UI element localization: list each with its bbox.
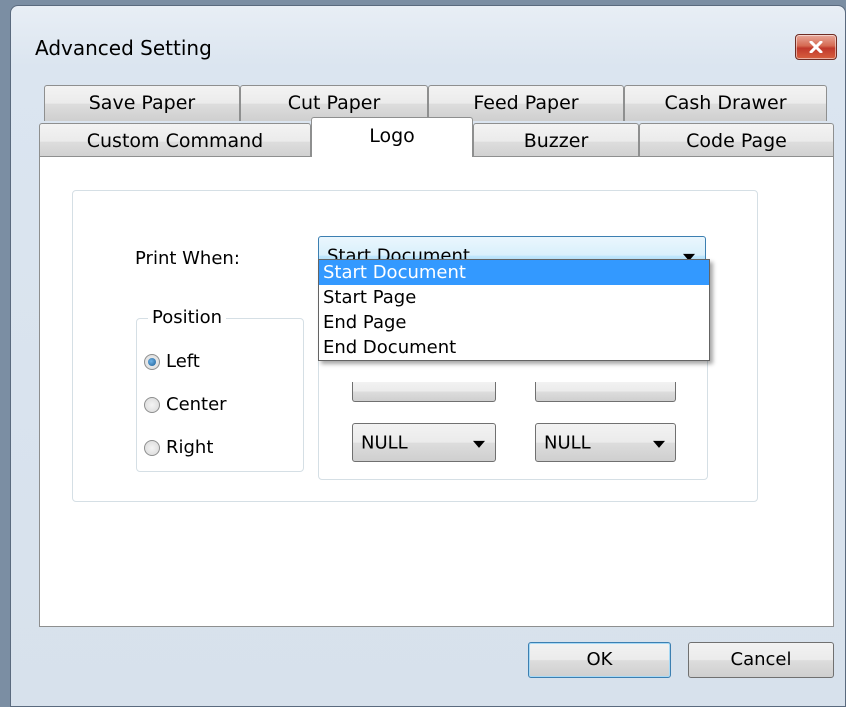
null-combo-2[interactable]: NULL [535, 423, 676, 462]
title-bar[interactable]: Advanced Setting [11, 6, 845, 78]
chevron-down-icon [653, 440, 665, 448]
radio-checked-icon [144, 353, 160, 370]
tab-feed-paper[interactable]: Feed Paper [428, 85, 624, 121]
close-button[interactable] [795, 34, 837, 60]
radio-unchecked-icon [144, 396, 160, 413]
ok-button[interactable]: OK [528, 642, 671, 678]
advanced-setting-dialog: Advanced Setting Save Paper Cut Paper Fe… [10, 5, 846, 707]
print-when-label: Print When: [135, 248, 240, 269]
dropdown-option-start-document[interactable]: Start Document [319, 260, 709, 285]
chevron-down-icon [473, 440, 485, 448]
position-right-radio[interactable]: Right [144, 437, 213, 458]
tab-custom-command[interactable]: Custom Command [39, 123, 311, 159]
position-left-radio[interactable]: Left [144, 351, 200, 372]
null-combo-2-value: NULL [544, 432, 591, 453]
position-center-radio[interactable]: Center [144, 394, 227, 415]
tab-save-paper[interactable]: Save Paper [44, 85, 240, 121]
window-title: Advanced Setting [35, 36, 212, 60]
close-icon [809, 41, 823, 53]
null-combo-1[interactable]: NULL [352, 423, 496, 462]
null-combo-1-value: NULL [361, 432, 408, 453]
dropdown-option-end-page[interactable]: End Page [319, 310, 709, 335]
position-center-label: Center [166, 394, 227, 415]
tab-logo[interactable]: Logo [311, 117, 473, 157]
position-legend: Position [148, 307, 227, 328]
hidden-combo-1[interactable] [352, 382, 496, 402]
logo-tab-panel: Print When: Start Document Position Left… [39, 156, 834, 627]
tab-cash-drawer[interactable]: Cash Drawer [624, 85, 827, 121]
position-left-label: Left [166, 351, 200, 372]
print-when-dropdown-list: Start Document Start Page End Page End D… [318, 259, 710, 361]
tab-buzzer[interactable]: Buzzer [473, 123, 639, 159]
hidden-combo-2[interactable] [535, 382, 676, 402]
position-right-label: Right [166, 437, 214, 458]
tab-code-page[interactable]: Code Page [639, 123, 834, 159]
tab-cut-paper[interactable]: Cut Paper [240, 85, 428, 121]
dropdown-option-end-document[interactable]: End Document [319, 335, 709, 360]
radio-unchecked-icon [144, 439, 160, 456]
dropdown-option-start-page[interactable]: Start Page [319, 285, 709, 310]
cancel-button[interactable]: Cancel [688, 642, 834, 678]
